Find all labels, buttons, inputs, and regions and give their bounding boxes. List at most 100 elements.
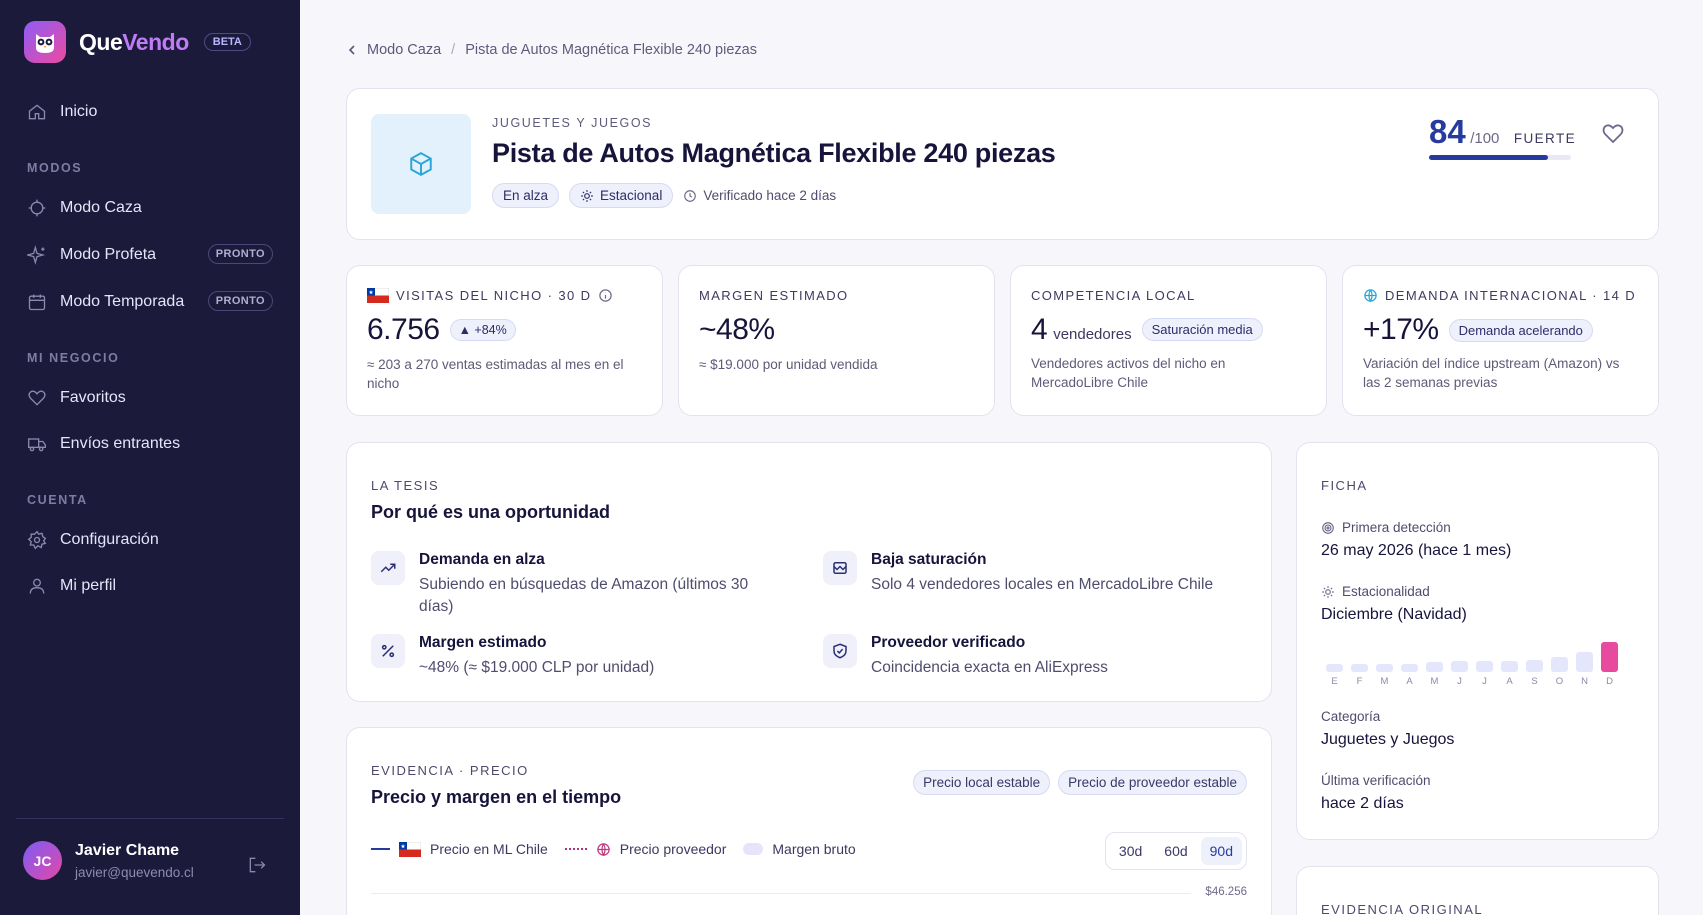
heart-icon xyxy=(28,390,46,406)
breadcrumb-separator: / xyxy=(451,42,456,58)
tag-precio-proveedor: Precio de proveedor estable xyxy=(1058,770,1247,795)
season-month-label: S xyxy=(1531,676,1538,687)
visitas-delta-badge: ▲ +84% xyxy=(449,319,516,341)
ficha-ultima-verificacion: Última verificación hace 2 días xyxy=(1321,773,1431,812)
sidebar: QueVendo BETA Inicio MODOS Modo Caza Mod… xyxy=(0,0,300,915)
season-bar-10 xyxy=(1551,657,1568,672)
beta-badge: BETA xyxy=(203,33,251,51)
visitas-value: 6.756 xyxy=(367,313,440,346)
season-bar-6 xyxy=(1451,661,1468,672)
sidebar-item-envios[interactable]: Envíos entrantes xyxy=(27,432,180,456)
tesis-point-saturacion: Baja saturación Solo 4 vendedores locales… xyxy=(823,551,1243,596)
chart-y-top-label: $46.256 xyxy=(1205,886,1247,898)
avatar: JC xyxy=(23,841,62,880)
chevron-left-icon[interactable] xyxy=(347,44,357,56)
legend-proveedor: Precio proveedor xyxy=(619,841,727,857)
tab-90d[interactable]: 90d xyxy=(1200,837,1242,865)
product-image-placeholder xyxy=(371,114,471,214)
globe-icon xyxy=(597,842,610,856)
sun-icon xyxy=(1322,585,1334,598)
season-bar-2 xyxy=(1351,664,1368,672)
tesis-point-margen: Margen estimado ~48% (≈ $19.000 CLP por u… xyxy=(371,634,771,679)
sun-icon xyxy=(581,189,593,202)
breadcrumb-parent[interactable]: Modo Caza xyxy=(367,42,441,58)
season-bar-12 xyxy=(1601,642,1618,672)
favorite-heart-icon[interactable] xyxy=(1601,122,1625,144)
score-value: 84 xyxy=(1429,113,1466,150)
ficha-primera-deteccion: Primera detección 26 may 2026 (hace 1 me… xyxy=(1321,520,1512,559)
range-tabs: 30d 60d 90d xyxy=(1104,832,1247,870)
evidencia-kicker: EVIDENCIA · PRECIO xyxy=(371,763,529,778)
tag-en-alza: En alza xyxy=(492,183,560,208)
stat-card-visitas: VISITAS DEL NICHO · 30 D 6.756 ▲ +84% ≈ … xyxy=(346,265,663,416)
demanda-label: DEMANDA INTERNACIONAL · 14 D xyxy=(1385,288,1637,303)
tab-30d[interactable]: 30d xyxy=(1110,837,1151,865)
tesis-kicker: LA TESIS xyxy=(371,478,440,493)
season-bar-8 xyxy=(1501,661,1518,672)
store-icon xyxy=(833,562,847,574)
competencia-label: COMPETENCIA LOCAL xyxy=(1031,288,1196,303)
margen-value: ~48% xyxy=(699,313,775,346)
season-month-label: O xyxy=(1555,676,1564,687)
radar-icon xyxy=(1322,521,1334,534)
season-month-label: N xyxy=(1581,676,1588,687)
user-card[interactable]: JC Javier Chame javier@quevendo.cl xyxy=(23,841,194,880)
user-icon xyxy=(29,578,45,594)
margen-label: MARGEN ESTIMADO xyxy=(699,288,849,303)
season-bar-4 xyxy=(1401,664,1418,672)
ficha-card: FICHA Primera detección 26 may 2026 (hac… xyxy=(1296,442,1659,840)
stat-card-competencia: COMPETENCIA LOCAL 4 vendedores Saturació… xyxy=(1010,265,1327,416)
season-month-label: A xyxy=(1506,676,1513,687)
product-info: JUGUETES Y JUEGOS Pista de Autos Magnéti… xyxy=(492,116,1056,208)
visitas-label: VISITAS DEL NICHO · 30 D xyxy=(396,288,592,303)
nav-section-negocio: MI NEGOCIO xyxy=(27,351,120,365)
verified-status: Verificado hace 2 días xyxy=(683,188,836,203)
sidebar-item-perfil[interactable]: Mi perfil xyxy=(27,574,116,598)
ficha-kicker: FICHA xyxy=(1321,478,1368,493)
main-content: Modo Caza / Pista de Autos Magnética Fle… xyxy=(300,0,1703,915)
season-month-label: J xyxy=(1457,676,1462,687)
season-bar-5 xyxy=(1426,662,1443,672)
competencia-sub: Vendedores activos del nicho en MercadoL… xyxy=(1031,356,1226,390)
calendar-icon xyxy=(28,294,46,311)
truck-icon xyxy=(27,438,46,452)
score-bar xyxy=(1429,155,1572,160)
brand-logo[interactable]: QueVendo BETA xyxy=(24,21,251,63)
season-month-label: J xyxy=(1482,676,1487,687)
season-month-label: D xyxy=(1606,676,1613,687)
season-month-label: E xyxy=(1331,676,1338,687)
ficha-estacionalidad: Estacionalidad Diciembre (Navidad) xyxy=(1321,584,1467,623)
home-icon xyxy=(28,104,46,120)
season-month-label: M xyxy=(1380,676,1389,687)
chart-gridline xyxy=(371,893,1191,894)
legend-margen: Margen bruto xyxy=(772,841,856,857)
crosshair-icon xyxy=(28,199,46,217)
shield-check-icon xyxy=(833,643,847,659)
legend-swatch-margen xyxy=(743,843,764,855)
saturacion-badge: Saturación media xyxy=(1141,318,1263,341)
tesis-title: Por qué es una oportunidad xyxy=(371,502,611,522)
tab-60d[interactable]: 60d xyxy=(1155,837,1196,865)
sidebar-item-inicio[interactable]: Inicio xyxy=(27,100,97,124)
score-block: 84 /100 FUERTE xyxy=(1429,113,1576,160)
gear-icon xyxy=(27,530,47,550)
tag-precio-local: Precio local estable xyxy=(913,770,1051,795)
nav-section-modos: MODOS xyxy=(27,161,83,175)
brand-name: QueVendo xyxy=(79,28,189,55)
evidencia-original-kicker: EVIDENCIA ORIGINAL xyxy=(1321,902,1484,915)
logout-icon[interactable] xyxy=(247,855,267,875)
user-email: javier@quevendo.cl xyxy=(75,864,194,880)
sidebar-item-favoritos[interactable]: Favoritos xyxy=(27,386,126,410)
box-icon xyxy=(410,152,432,176)
nav-section-cuenta: CUENTA xyxy=(27,493,88,507)
season-bar-3 xyxy=(1376,664,1393,672)
info-icon[interactable] xyxy=(598,288,613,303)
chile-flag-icon xyxy=(399,841,421,857)
globe-icon xyxy=(1364,289,1377,303)
sidebar-item-modo-caza[interactable]: Modo Caza xyxy=(27,196,142,220)
season-bar-9 xyxy=(1526,660,1543,672)
season-chart xyxy=(1321,639,1618,672)
sidebar-item-modo-temporada[interactable]: Modo Temporada xyxy=(27,290,184,314)
sidebar-item-configuracion[interactable]: Configuración xyxy=(27,528,159,552)
season-month-label: F xyxy=(1356,676,1363,687)
